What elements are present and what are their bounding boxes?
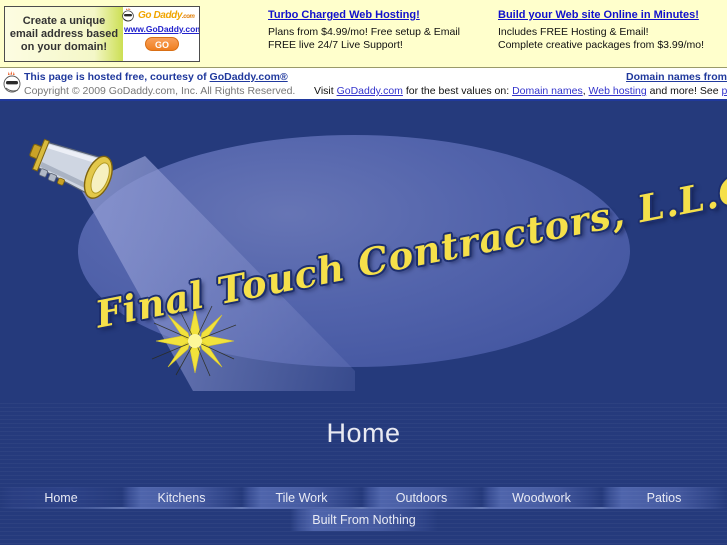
ad-line-builder-1: Includes FREE Hosting & Email!	[498, 26, 649, 38]
nav-item-patios[interactable]: Patios	[602, 487, 726, 509]
promo-line-1: Create a unique	[22, 14, 106, 27]
promo-text: Create a unique email address based on y…	[5, 7, 123, 61]
brand-suffix: .com	[182, 14, 195, 20]
hosted-free-prefix: This page is hosted free, courtesy of	[24, 71, 210, 83]
ad-line-hosting-1: Plans from $4.99/mo! Free setup & Email	[268, 26, 460, 38]
ad-line-hosting-2: FREE live 24/7 Live Support!	[268, 39, 403, 51]
page-root: Create a unique email address based on y…	[0, 0, 727, 545]
visit-suffix: and more! See	[646, 85, 722, 97]
visit-middle: for the best values on:	[402, 85, 513, 97]
nav-item-outdoors[interactable]: Outdoors	[362, 487, 481, 509]
godaddy-promo-banner[interactable]: Create a unique email address based on y…	[4, 6, 200, 62]
godaddy-mascot-icon	[3, 71, 21, 93]
godaddy-ad-strip: Create a unique email address based on y…	[0, 0, 727, 68]
nav-item-kitchens[interactable]: Kitchens	[122, 487, 241, 509]
ad-line-builder-2: Complete creative packages from $3.99/mo…	[498, 39, 705, 51]
starburst-sparkle-icon	[151, 305, 237, 377]
nav-item-built-from-nothing[interactable]: Built From Nothing	[290, 509, 438, 531]
domain-names-from-link[interactable]: Domain names from	[626, 71, 727, 83]
hosted-free-text: This page is hosted free, courtesy of Go…	[24, 71, 288, 83]
godaddy-url-link[interactable]: www.GoDaddy.com	[124, 24, 199, 34]
hosting-notice-bar: This page is hosted free, courtesy of Go…	[0, 68, 727, 101]
primary-nav-row: Home Kitchens Tile Work Outdoors Woodwor…	[0, 487, 727, 509]
copyright-text: Copyright © 2009 GoDaddy.com, Inc. All R…	[24, 85, 296, 97]
page-title: Home	[326, 418, 401, 448]
ad-headline-hosting[interactable]: Turbo Charged Web Hosting!	[268, 9, 483, 21]
brand-name: Go Daddy	[138, 10, 183, 21]
visit-prefix: Visit	[314, 85, 337, 97]
flashlight-icon	[29, 138, 113, 199]
ad-column-website-builder: Build your Web site Online in Minutes! I…	[498, 9, 723, 52]
nav-item-home[interactable]: Home	[1, 487, 121, 509]
promo-line-3: on your domain!	[20, 40, 108, 53]
web-hosting-link[interactable]: Web hosting	[589, 85, 647, 97]
visit-godaddy-link[interactable]: GoDaddy.com	[337, 85, 403, 97]
ad-column-hosting: Turbo Charged Web Hosting! Plans from $4…	[268, 9, 483, 52]
secondary-nav-row: Built From Nothing	[0, 509, 727, 531]
promo-brand-panel: Go Daddy.com www.GoDaddy.com GO	[122, 7, 199, 61]
ad-headline-builder[interactable]: Build your Web site Online in Minutes!	[498, 9, 723, 21]
nav-item-tile-work[interactable]: Tile Work	[242, 487, 361, 509]
product-catalog-link[interactable]: product ca	[721, 85, 727, 97]
domain-names-link[interactable]: Domain names	[512, 85, 583, 97]
promo-go-button[interactable]: GO	[145, 37, 179, 51]
godaddy-link[interactable]: GoDaddy.com®	[210, 71, 288, 83]
nav-item-woodwork[interactable]: Woodwork	[482, 487, 601, 509]
visit-godaddy-text: Visit GoDaddy.com for the best values on…	[314, 85, 727, 97]
site-banner: Final Touch Contractors, L.L.C.	[0, 103, 727, 403]
promo-line-2: email address based	[9, 27, 119, 40]
godaddy-wordmark: Go Daddy.com	[125, 10, 195, 21]
